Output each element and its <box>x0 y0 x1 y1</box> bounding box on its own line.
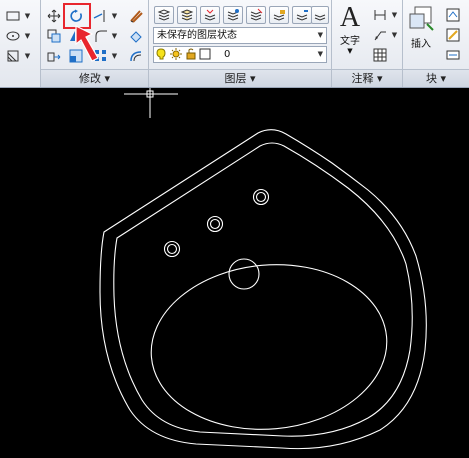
layer-state-dropdown[interactable]: 未保存的图层状态 ▼ <box>153 27 327 44</box>
linear-dimension-icon[interactable] <box>370 6 390 24</box>
layer-properties-icon[interactable] <box>154 6 174 24</box>
block-panel-label: 块 <box>425 72 437 85</box>
text-tool[interactable]: A 文字 ▼ <box>334 2 366 56</box>
layer-match-icon[interactable] <box>311 6 329 24</box>
offset-icon[interactable] <box>126 47 146 65</box>
trim-dropdown[interactable]: ▼ <box>111 7 118 25</box>
layers-panel: 未保存的图层状态 ▼ 0 ▼ 图层 ▾ <box>149 0 332 87</box>
ribbon: ▼ ▼ ▼ ▼ ▼ ▼ 修改 ▾ 未保存的图层状态 ▼ 0 ▼ 图层 ▾ A 文… <box>0 0 469 88</box>
annotation-panel-title[interactable]: 注释 ▾ <box>332 69 402 87</box>
annotation-panel-label: 注释 <box>351 72 374 85</box>
block-panel-title[interactable]: 块 ▾ <box>403 69 469 87</box>
hatch-icon[interactable] <box>3 47 23 65</box>
insert-label: 插入 <box>411 39 431 50</box>
layer-unlock-icon[interactable] <box>292 6 312 24</box>
insert-icon <box>409 6 434 31</box>
chevron-down-icon: ▼ <box>317 31 323 39</box>
layer-dropdown[interactable]: 0 ▼ <box>153 46 327 63</box>
text-label: 文字 <box>340 36 360 47</box>
edit-block-icon[interactable] <box>443 26 463 44</box>
layers-panel-title[interactable]: 图层 ▾ <box>149 69 331 87</box>
ellipse-icon[interactable] <box>3 27 23 45</box>
dimension-dropdown[interactable]: ▼ <box>391 6 398 24</box>
layer-off-icon[interactable] <box>246 6 266 24</box>
layers-panel-label: 图层 <box>224 72 247 85</box>
chevron-down-icon: ▼ <box>317 50 323 58</box>
rectangle-dropdown[interactable]: ▼ <box>24 7 31 25</box>
layer-status-icons <box>156 48 211 60</box>
red-arrow-indicator <box>75 25 99 62</box>
leader-dropdown[interactable]: ▼ <box>391 26 398 44</box>
drawing-canvas[interactable] <box>0 88 469 454</box>
sink-outline <box>99 129 427 450</box>
layer-name-value: 0 <box>224 49 231 60</box>
fillet-dropdown[interactable]: ▼ <box>111 27 118 45</box>
sink-drawing <box>99 88 427 450</box>
leader-icon[interactable] <box>370 26 390 44</box>
text-icon: A <box>339 2 361 33</box>
annotation-panel: A 文字 ▼ ▼ ▼ 注释 ▾ <box>332 0 403 87</box>
stretch-icon[interactable] <box>44 47 64 65</box>
layer-lock-icon[interactable] <box>269 6 289 24</box>
erase-icon[interactable] <box>126 7 146 25</box>
ellipse-dropdown[interactable]: ▼ <box>24 27 31 45</box>
table-icon[interactable] <box>370 46 390 64</box>
attribute-icon[interactable] <box>443 46 463 64</box>
chevron-down-icon: ▼ <box>347 47 353 55</box>
hatch-dropdown[interactable]: ▼ <box>24 47 31 65</box>
copy-icon[interactable] <box>44 27 64 45</box>
move-icon[interactable] <box>44 7 64 25</box>
layer-state-value: 未保存的图层状态 <box>157 30 237 41</box>
crosshair-cursor <box>124 88 178 118</box>
layer-isolate-icon[interactable] <box>200 6 220 24</box>
modify-panel-title[interactable]: 修改 ▾ <box>41 69 148 87</box>
array-dropdown[interactable]: ▼ <box>111 47 118 65</box>
layer-freeze-icon[interactable] <box>223 6 243 24</box>
draw-panel: ▼ ▼ ▼ <box>0 0 41 87</box>
trim-icon[interactable] <box>91 7 111 25</box>
create-block-icon[interactable] <box>443 6 463 24</box>
edit-icon[interactable] <box>126 27 146 45</box>
layer-states-icon[interactable] <box>177 6 197 24</box>
block-panel: 插入 块 ▾ <box>403 0 469 87</box>
modify-panel-label: 修改 <box>78 72 101 85</box>
rectangle-icon[interactable] <box>3 7 23 25</box>
insert-tool[interactable]: 插入 <box>405 4 437 50</box>
